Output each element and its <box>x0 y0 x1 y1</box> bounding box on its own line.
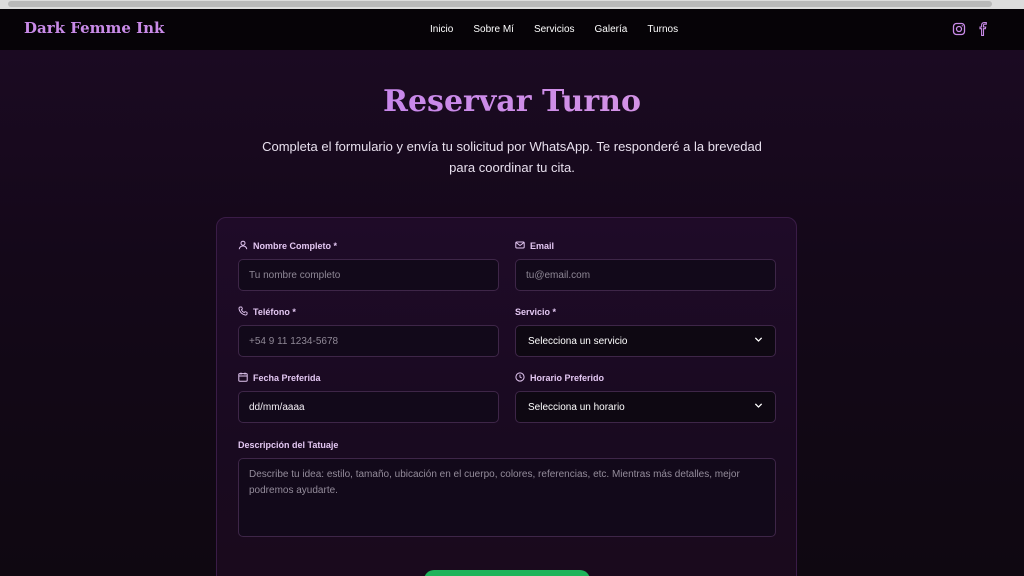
service-label: Servicio * <box>515 307 557 317</box>
browser-scrollbar-strip <box>0 0 1024 9</box>
whatsapp-submit-button[interactable] <box>424 570 590 576</box>
nav-link-sobre-mi[interactable]: Sobre Mí <box>473 24 514 35</box>
name-input[interactable]: Tu nombre completo <box>238 259 499 291</box>
chevron-down-icon <box>754 335 763 347</box>
navbar: Dark Femme Ink Inicio Sobre Mí Servicios… <box>0 9 1024 50</box>
nav-links: Inicio Sobre Mí Servicios Galería Turnos <box>430 24 698 35</box>
calendar-icon <box>238 372 248 384</box>
user-icon <box>238 240 248 252</box>
phone-icon <box>238 306 248 318</box>
email-input[interactable]: tu@email.com <box>515 259 776 291</box>
description-label: Descripción del Tatuaje <box>238 440 339 450</box>
brand-logo[interactable]: Dark Femme Ink <box>24 19 164 37</box>
email-field-group: Email tu@email.com <box>515 240 776 291</box>
facebook-icon[interactable] <box>976 22 990 36</box>
phone-input[interactable]: +54 9 11 1234-5678 <box>238 325 499 357</box>
description-textarea[interactable]: Describe tu idea: estilo, tamaño, ubicac… <box>238 458 776 537</box>
instagram-icon[interactable] <box>952 22 966 36</box>
email-label-row: Email <box>515 240 776 252</box>
page-subtitle: Completa el formulario y envía tu solici… <box>262 139 762 175</box>
service-label-row: Servicio * <box>515 306 776 318</box>
name-label: Nombre Completo * <box>253 241 338 251</box>
phone-field-group: Teléfono * +54 9 11 1234-5678 <box>238 306 499 357</box>
name-label-row: Nombre Completo * <box>238 240 499 252</box>
horizontal-scrollbar[interactable] <box>8 1 992 7</box>
phone-label-row: Teléfono * <box>238 306 499 318</box>
time-label-row: Horario Preferido <box>515 372 776 384</box>
date-input[interactable]: dd/mm/aaaa <box>238 391 499 423</box>
nav-link-galeria[interactable]: Galería <box>595 24 628 35</box>
service-select[interactable]: Selecciona un servicio <box>515 325 776 357</box>
time-field-group: Horario Preferido Selecciona un horario <box>515 372 776 423</box>
clock-icon <box>515 372 525 384</box>
booking-form: Nombre Completo * Tu nombre completo Ema… <box>216 217 797 576</box>
description-field-group: Descripción del Tatuaje Describe tu idea… <box>238 439 776 537</box>
nav-link-servicios[interactable]: Servicios <box>534 24 575 35</box>
date-label: Fecha Preferida <box>253 373 321 383</box>
social-links <box>952 22 990 36</box>
email-label: Email <box>530 241 555 251</box>
description-label-row: Descripción del Tatuaje <box>238 439 776 451</box>
time-label: Horario Preferido <box>530 373 605 383</box>
nav-link-turnos[interactable]: Turnos <box>647 24 678 35</box>
nav-link-inicio[interactable]: Inicio <box>430 24 453 35</box>
date-label-row: Fecha Preferida <box>238 372 499 384</box>
chevron-down-icon <box>754 401 763 413</box>
mail-icon <box>515 240 525 252</box>
name-field-group: Nombre Completo * Tu nombre completo <box>238 240 499 291</box>
service-select-value: Selecciona un servicio <box>528 335 628 347</box>
time-select[interactable]: Selecciona un horario <box>515 391 776 423</box>
page-title: Reservar Turno <box>0 84 1024 119</box>
service-field-group: Servicio * Selecciona un servicio <box>515 306 776 357</box>
time-select-value: Selecciona un horario <box>528 401 625 413</box>
date-field-group: Fecha Preferida dd/mm/aaaa <box>238 372 499 423</box>
phone-label: Teléfono * <box>253 307 296 317</box>
